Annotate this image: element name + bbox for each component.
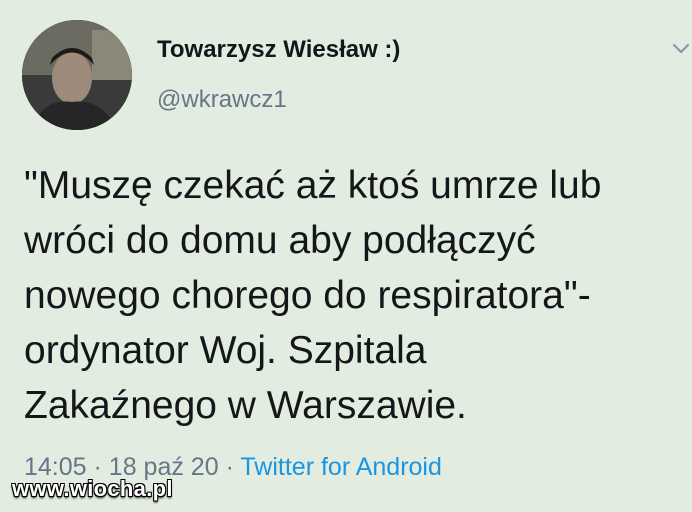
tweet-text: "Muszę czekać aż ktoś umrze lub wróci do… xyxy=(24,158,684,433)
user-handle[interactable]: @wkrawcz1 xyxy=(157,86,287,114)
profile-photo-icon xyxy=(22,20,132,130)
tweet-text-line: "Muszę czekać aż ktoś umrze lub xyxy=(24,164,602,207)
display-name[interactable]: Towarzysz Wiesław :) xyxy=(157,36,400,64)
tweet-text-line: Zakaźnego w Warszawie. xyxy=(24,384,467,427)
avatar[interactable] xyxy=(22,20,132,130)
separator: · xyxy=(225,453,234,481)
chevron-down-icon[interactable] xyxy=(672,40,690,58)
tweet-text-line: nowego chorego do respiratora"- xyxy=(24,274,591,317)
tweet-text-line: ordynator Woj. Szpitala xyxy=(24,329,427,372)
tweet-card: Towarzysz Wiesław :) @wkrawcz1 "Muszę cz… xyxy=(0,0,692,512)
watermark: www.wiocha.pl xyxy=(12,476,173,501)
tweet-source-link[interactable]: Twitter for Android xyxy=(240,453,441,481)
tweet-text-line: wróci do domu aby podłączyć xyxy=(24,219,536,262)
